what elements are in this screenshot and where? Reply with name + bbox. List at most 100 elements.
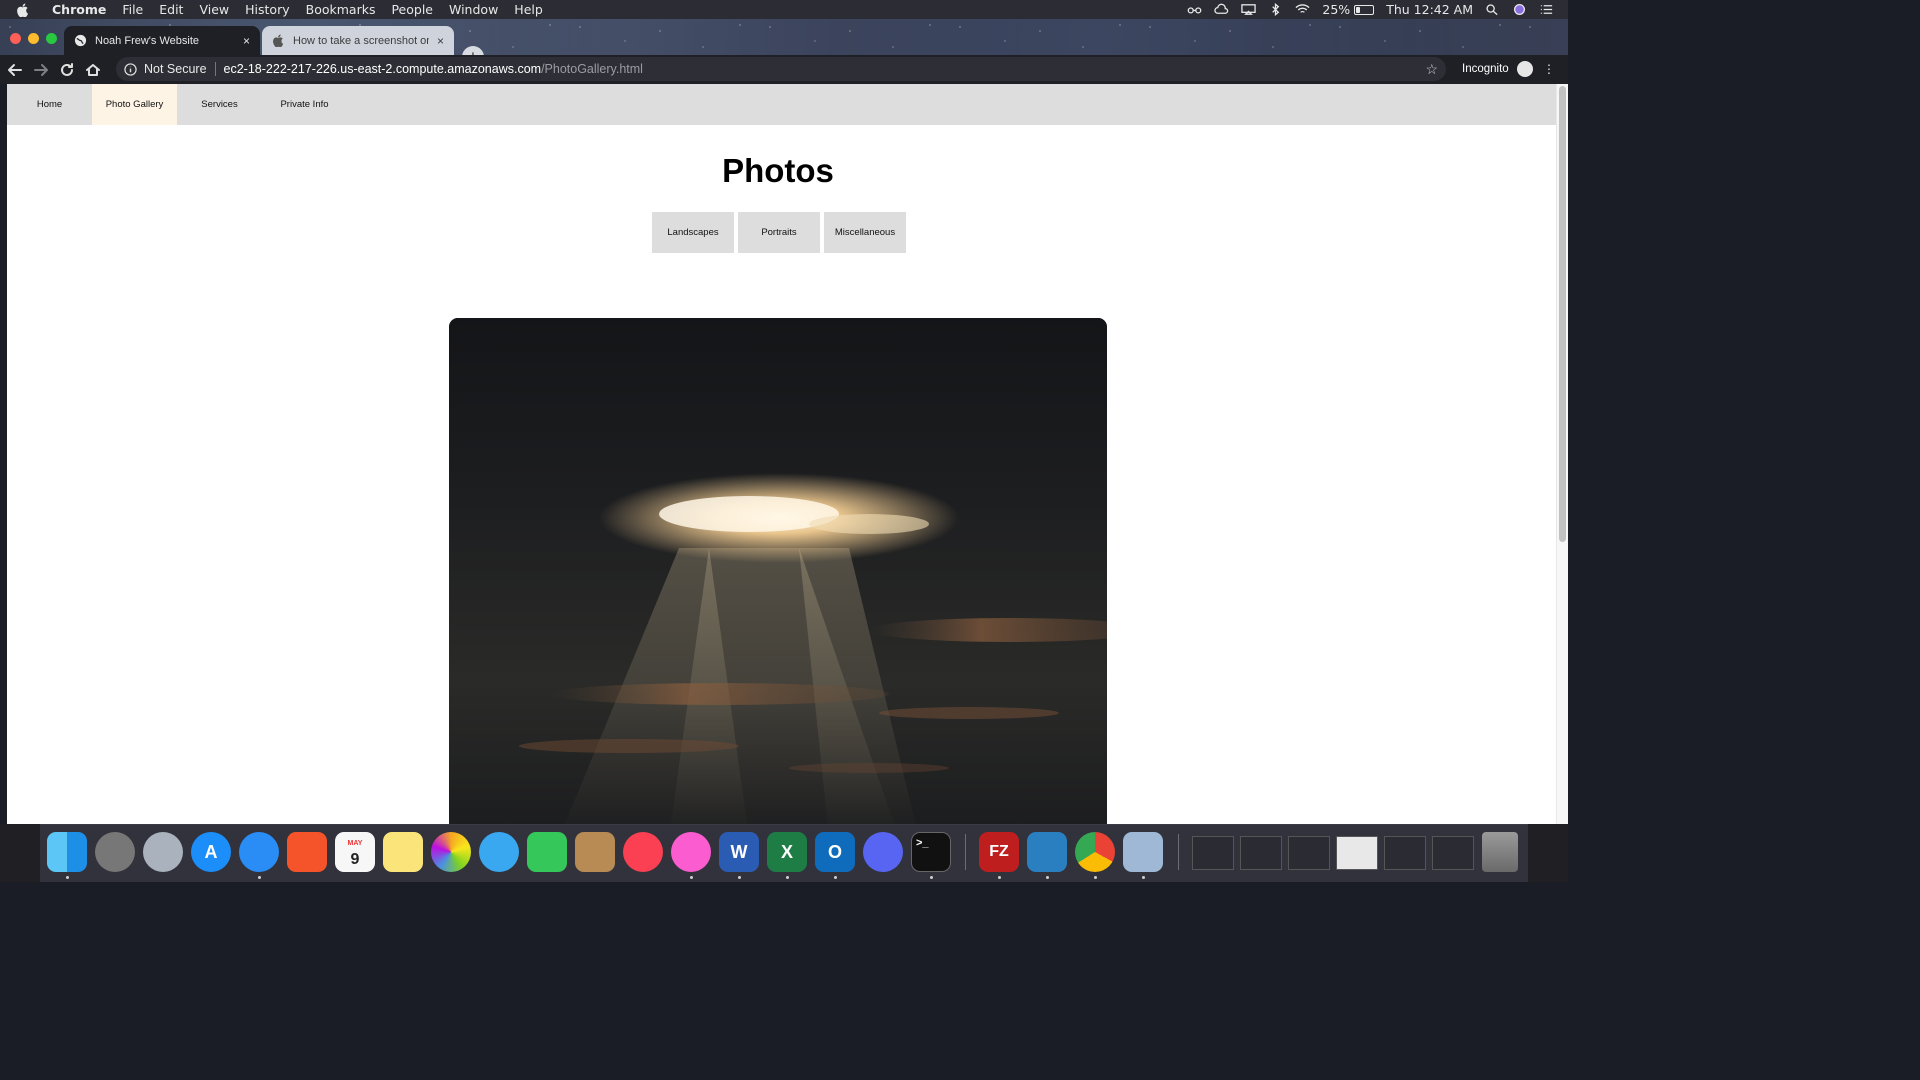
bluetooth-icon[interactable] — [1268, 3, 1283, 16]
brave-icon[interactable] — [287, 832, 327, 872]
menubar-clock[interactable]: Thu 12:42 AM — [1386, 2, 1473, 17]
filter-landscapes-button[interactable]: Landscapes — [652, 212, 734, 253]
minimized-window-thumbnail[interactable] — [1240, 836, 1282, 870]
tab-noah-frews-website[interactable]: Noah Frew's Website × — [64, 26, 260, 55]
back-button[interactable] — [4, 59, 26, 81]
page-scrollbar[interactable] — [1556, 84, 1568, 824]
itunes-icon[interactable] — [671, 832, 711, 872]
close-window-button[interactable] — [10, 33, 21, 44]
system-preferences-icon[interactable] — [95, 832, 135, 872]
running-indicator — [258, 876, 261, 879]
close-tab-icon[interactable]: × — [243, 34, 250, 48]
minimized-window-thumbnail[interactable] — [1432, 836, 1474, 870]
forward-button[interactable] — [30, 59, 52, 81]
menu-history[interactable]: History — [237, 2, 297, 17]
nav-photo-gallery[interactable]: Photo Gallery — [92, 84, 177, 125]
menu-window[interactable]: Window — [441, 2, 506, 17]
tab-strip: Noah Frew's Website × How to take a scre… — [0, 19, 1568, 68]
launchpad-icon[interactable] — [143, 832, 183, 872]
running-indicator — [1142, 876, 1145, 879]
close-tab-icon[interactable]: × — [437, 34, 444, 48]
bookmark-star-icon[interactable]: ☆ — [1425, 61, 1438, 78]
nav-services[interactable]: Services — [177, 84, 262, 125]
arrow-left-icon — [8, 63, 22, 76]
running-indicator — [66, 876, 69, 879]
menu-file[interactable]: File — [114, 2, 151, 17]
running-indicator — [930, 876, 933, 879]
minimized-window-thumbnail[interactable] — [1288, 836, 1330, 870]
gallery-photo-sunrays-clouds[interactable] — [449, 318, 1107, 824]
notes-icon[interactable] — [383, 832, 423, 872]
window-edge — [0, 84, 7, 824]
safari-icon[interactable] — [239, 832, 279, 872]
frame-icon[interactable] — [1027, 832, 1067, 872]
menu-bookmarks[interactable]: Bookmarks — [298, 2, 384, 17]
info-circle-icon[interactable] — [124, 62, 137, 76]
macos-menu-bar: Chrome File Edit View History Bookmarks … — [0, 0, 1568, 19]
zoom-window-button[interactable] — [46, 33, 57, 44]
preview-icon[interactable] — [1123, 832, 1163, 872]
arrow-right-icon — [34, 63, 48, 76]
menu-view[interactable]: View — [191, 2, 237, 17]
outlook-icon[interactable]: O — [815, 832, 855, 872]
nav-private-info[interactable]: Private Info — [262, 84, 347, 125]
siri-icon[interactable] — [1512, 3, 1527, 16]
calendar-icon[interactable]: MAY 9 — [335, 832, 375, 872]
url-host: ec2-18-222-217-226.us-east-2.compute.ama… — [223, 62, 542, 76]
battery-level — [1356, 6, 1361, 13]
macos-dock: A MAY 9 W X O >_ FZ — [0, 824, 1568, 882]
menu-edit[interactable]: Edit — [151, 2, 191, 17]
excel-icon[interactable]: X — [767, 832, 807, 872]
spotlight-search-icon[interactable] — [1485, 3, 1500, 16]
security-status[interactable]: Not Secure — [144, 62, 207, 76]
messages-icon[interactable] — [479, 832, 519, 872]
terminal-icon[interactable]: >_ — [911, 832, 951, 872]
notification-center-icon[interactable] — [1539, 3, 1554, 16]
running-indicator — [738, 876, 741, 879]
running-indicator — [690, 876, 693, 879]
address-bar[interactable]: Not Secure ec2-18-222-217-226.us-east-2.… — [116, 57, 1446, 81]
trash-icon[interactable] — [1482, 832, 1518, 872]
home-button[interactable] — [82, 59, 104, 81]
dock-separator — [1178, 834, 1179, 870]
minimized-window-thumbnail[interactable] — [1192, 836, 1234, 870]
minimize-window-button[interactable] — [28, 33, 39, 44]
creative-cloud-icon[interactable] — [1214, 3, 1229, 16]
page-title: Photos — [722, 152, 834, 189]
menu-people[interactable]: People — [383, 2, 441, 17]
nav-home[interactable]: Home — [7, 84, 92, 125]
incognito-profile[interactable]: Incognito — [1462, 61, 1533, 77]
contacts-icon[interactable] — [575, 832, 615, 872]
running-indicator — [998, 876, 1001, 879]
minimized-window-thumbnail[interactable] — [1336, 836, 1378, 870]
discord-icon[interactable] — [863, 832, 903, 872]
globe-icon — [74, 34, 87, 47]
dock-separator — [965, 834, 966, 870]
reload-button[interactable] — [56, 59, 78, 81]
battery-status[interactable]: 25% — [1322, 2, 1375, 17]
menu-help[interactable]: Help — [506, 2, 551, 17]
app-store-icon[interactable]: A — [191, 832, 231, 872]
scrollbar-thumb[interactable] — [1559, 86, 1566, 542]
finder-icon[interactable] — [47, 832, 87, 872]
minimized-window-thumbnail[interactable] — [1384, 836, 1426, 870]
menu-app-chrome[interactable]: Chrome — [44, 2, 114, 17]
address-divider — [214, 62, 216, 76]
airplay-icon[interactable] — [1241, 3, 1257, 16]
filter-portraits-button[interactable]: Portraits — [738, 212, 820, 253]
tab-screenshot-article[interactable]: How to take a screenshot on y × — [262, 26, 454, 55]
chrome-menu-icon[interactable]: · · · — [1545, 57, 1553, 79]
running-indicator — [1046, 876, 1049, 879]
word-icon[interactable]: W — [719, 832, 759, 872]
incognito-avatar-icon — [1516, 61, 1533, 77]
news-icon[interactable] — [623, 832, 663, 872]
photos-icon[interactable] — [431, 832, 471, 872]
filezilla-icon[interactable]: FZ — [979, 832, 1019, 872]
wifi-icon[interactable] — [1295, 3, 1310, 16]
chrome-icon[interactable] — [1075, 832, 1115, 872]
apple-menu-icon[interactable] — [16, 3, 30, 17]
tab-title: Noah Frew's Website — [95, 34, 199, 47]
filter-miscellaneous-button[interactable]: Miscellaneous — [824, 212, 906, 253]
incognito-glasses-icon[interactable] — [1187, 3, 1202, 16]
facetime-icon[interactable] — [527, 832, 567, 872]
